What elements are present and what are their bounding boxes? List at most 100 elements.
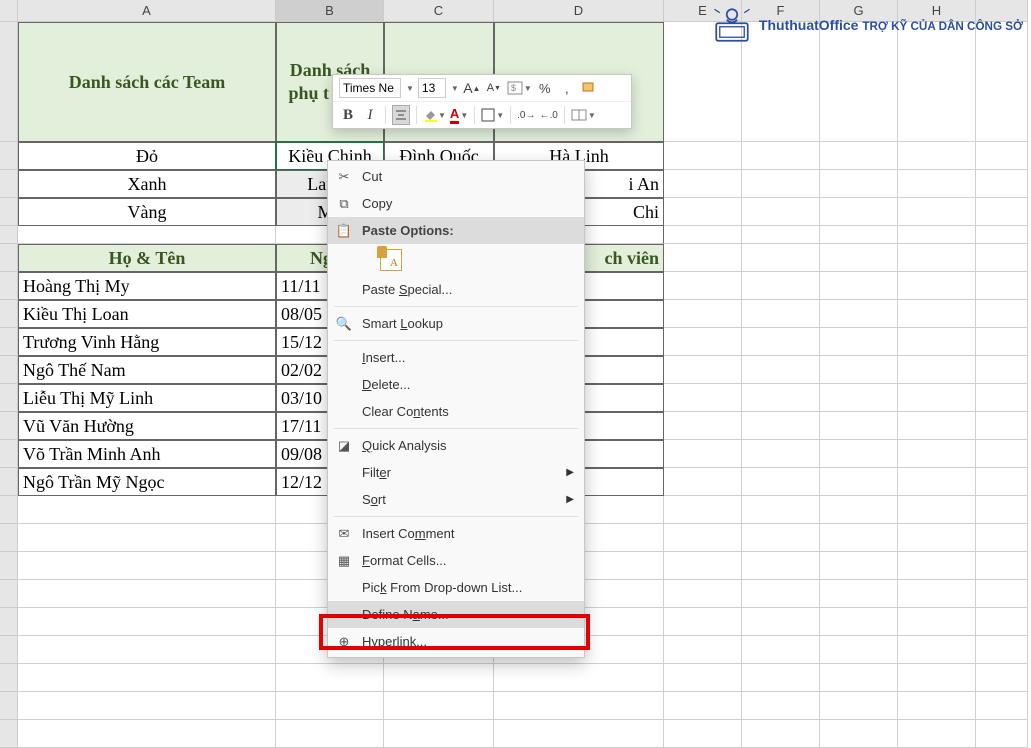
cell[interactable]	[898, 608, 976, 636]
cell[interactable]	[898, 328, 976, 356]
cell[interactable]	[18, 608, 276, 636]
cell[interactable]	[976, 142, 1028, 170]
increase-decimal-icon[interactable]: .0→	[517, 105, 535, 125]
cell[interactable]	[18, 226, 276, 244]
cell[interactable]	[742, 580, 820, 608]
cell[interactable]	[742, 198, 820, 226]
row-header[interactable]	[0, 608, 18, 636]
font-name-input[interactable]	[339, 78, 401, 98]
cell[interactable]	[898, 720, 976, 748]
increase-font-icon[interactable]: A▲	[463, 78, 481, 98]
cell[interactable]	[664, 198, 742, 226]
cell[interactable]	[976, 468, 1028, 496]
cell[interactable]	[820, 664, 898, 692]
cell[interactable]	[820, 244, 898, 272]
row-header[interactable]	[0, 356, 18, 384]
cell[interactable]	[820, 412, 898, 440]
cell[interactable]	[18, 552, 276, 580]
decrease-font-icon[interactable]: A▼	[485, 78, 503, 98]
cell[interactable]	[742, 412, 820, 440]
menu-insert[interactable]: Insert...	[328, 344, 584, 371]
row-header[interactable]	[0, 198, 18, 226]
cell[interactable]	[976, 552, 1028, 580]
cell-name[interactable]: Kiều Thị Loan	[18, 300, 276, 328]
row-header[interactable]	[0, 496, 18, 524]
cell[interactable]	[898, 692, 976, 720]
cell[interactable]	[898, 356, 976, 384]
cell[interactable]	[664, 226, 742, 244]
cell[interactable]	[820, 198, 898, 226]
cell[interactable]	[976, 440, 1028, 468]
cell[interactable]	[276, 720, 384, 748]
cell[interactable]	[664, 300, 742, 328]
cell[interactable]	[976, 272, 1028, 300]
cell[interactable]	[742, 300, 820, 328]
cell[interactable]	[664, 552, 742, 580]
cell[interactable]	[820, 328, 898, 356]
row-header[interactable]	[0, 244, 18, 272]
cell[interactable]	[976, 226, 1028, 244]
cell[interactable]	[742, 720, 820, 748]
cell[interactable]: Xanh	[18, 170, 276, 198]
cell[interactable]	[664, 608, 742, 636]
row-header[interactable]	[0, 692, 18, 720]
cell[interactable]	[742, 468, 820, 496]
cell[interactable]	[976, 356, 1028, 384]
cell-name[interactable]: Trương Vinh Hằng	[18, 328, 276, 356]
cell[interactable]	[898, 552, 976, 580]
cell[interactable]	[384, 692, 494, 720]
fill-color-icon[interactable]: ▼	[423, 105, 446, 125]
cell[interactable]	[898, 272, 976, 300]
header-name[interactable]: Họ & Tên	[18, 244, 276, 272]
cell[interactable]	[742, 244, 820, 272]
cell[interactable]	[976, 244, 1028, 272]
cell[interactable]	[820, 608, 898, 636]
cell[interactable]	[664, 496, 742, 524]
row-header[interactable]	[0, 440, 18, 468]
cell[interactable]	[898, 384, 976, 412]
cell[interactable]	[664, 356, 742, 384]
cell[interactable]	[898, 496, 976, 524]
menu-clear-contents[interactable]: Clear Contents	[328, 398, 584, 425]
col-header-A[interactable]: A	[18, 0, 276, 22]
cell[interactable]: Đỏ	[18, 142, 276, 170]
cell[interactable]	[976, 524, 1028, 552]
row-header[interactable]	[0, 170, 18, 198]
merge-cells-icon[interactable]: ▼	[571, 105, 596, 125]
menu-paste-options[interactable]: 📋 Paste Options:	[328, 217, 584, 244]
row-header[interactable]	[0, 300, 18, 328]
cell[interactable]	[976, 692, 1028, 720]
cell[interactable]	[276, 692, 384, 720]
menu-copy[interactable]: ⧉ Copy	[328, 190, 584, 217]
col-header-C[interactable]: C	[384, 0, 494, 22]
cell[interactable]	[820, 226, 898, 244]
cell[interactable]	[742, 226, 820, 244]
cell[interactable]	[664, 524, 742, 552]
cell[interactable]	[742, 384, 820, 412]
cell[interactable]	[742, 496, 820, 524]
cell[interactable]	[664, 272, 742, 300]
cell[interactable]	[742, 664, 820, 692]
cell-name[interactable]: Ngô Trần Mỹ Ngọc	[18, 468, 276, 496]
row-header[interactable]	[0, 636, 18, 664]
percent-icon[interactable]: %	[536, 78, 554, 98]
chevron-down-icon[interactable]: ▼	[451, 84, 459, 93]
cell[interactable]	[976, 636, 1028, 664]
cell[interactable]	[976, 328, 1028, 356]
cell[interactable]	[820, 440, 898, 468]
cell[interactable]	[820, 272, 898, 300]
cell[interactable]	[976, 412, 1028, 440]
chevron-down-icon[interactable]: ▼	[406, 84, 414, 93]
cell[interactable]	[664, 142, 742, 170]
italic-button[interactable]: I	[361, 105, 379, 125]
cell[interactable]	[742, 636, 820, 664]
comma-icon[interactable]: ,	[558, 78, 576, 98]
row-header[interactable]	[0, 142, 18, 170]
cell[interactable]	[742, 272, 820, 300]
bold-button[interactable]: B	[339, 105, 357, 125]
font-color-icon[interactable]: A▼	[450, 105, 468, 125]
decrease-decimal-icon[interactable]: ←.0	[540, 105, 558, 125]
cell[interactable]	[664, 580, 742, 608]
cell[interactable]	[976, 300, 1028, 328]
cell[interactable]	[742, 524, 820, 552]
